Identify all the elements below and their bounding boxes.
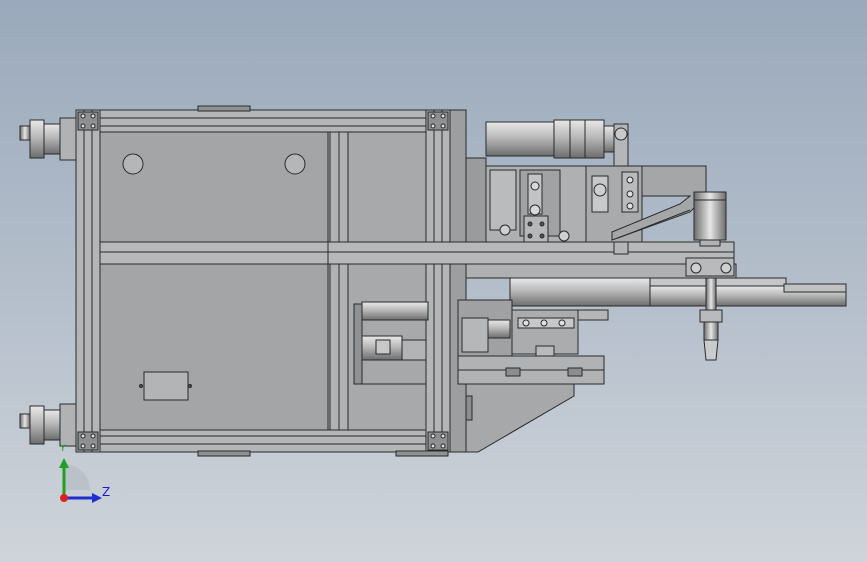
- panel-hole-left: [122, 153, 144, 175]
- x-axis-point: [60, 494, 68, 502]
- cad-graphics-viewport[interactable]: Y Z: [0, 0, 867, 562]
- leveling-foot-top: [19, 117, 79, 161]
- lower-sloped-bracket: [465, 383, 575, 453]
- top-rail: [75, 109, 467, 133]
- pneumatic-cylinder: [353, 301, 429, 385]
- triad-y-label: Y: [60, 444, 66, 454]
- bottom-rail: [75, 429, 467, 453]
- machine-assembly-drawing[interactable]: [0, 0, 867, 562]
- leveling-foot-bottom: [19, 403, 79, 447]
- feed-slide-rail: [465, 257, 847, 307]
- coordinate-triad: Y Z: [40, 444, 130, 520]
- panel-hole-right: [284, 153, 306, 175]
- middle-beam: [99, 241, 735, 265]
- left-column: [75, 109, 101, 453]
- cam-mechanism-block: [465, 157, 643, 243]
- nameplate-cutout: [143, 371, 189, 401]
- right-column: [425, 109, 451, 453]
- upper-panel: [99, 131, 329, 243]
- triad-z-label: Z: [102, 485, 111, 499]
- stepper-motor-right: [693, 191, 727, 247]
- lower-jig-assembly: [457, 299, 609, 385]
- lower-panel: [99, 263, 329, 431]
